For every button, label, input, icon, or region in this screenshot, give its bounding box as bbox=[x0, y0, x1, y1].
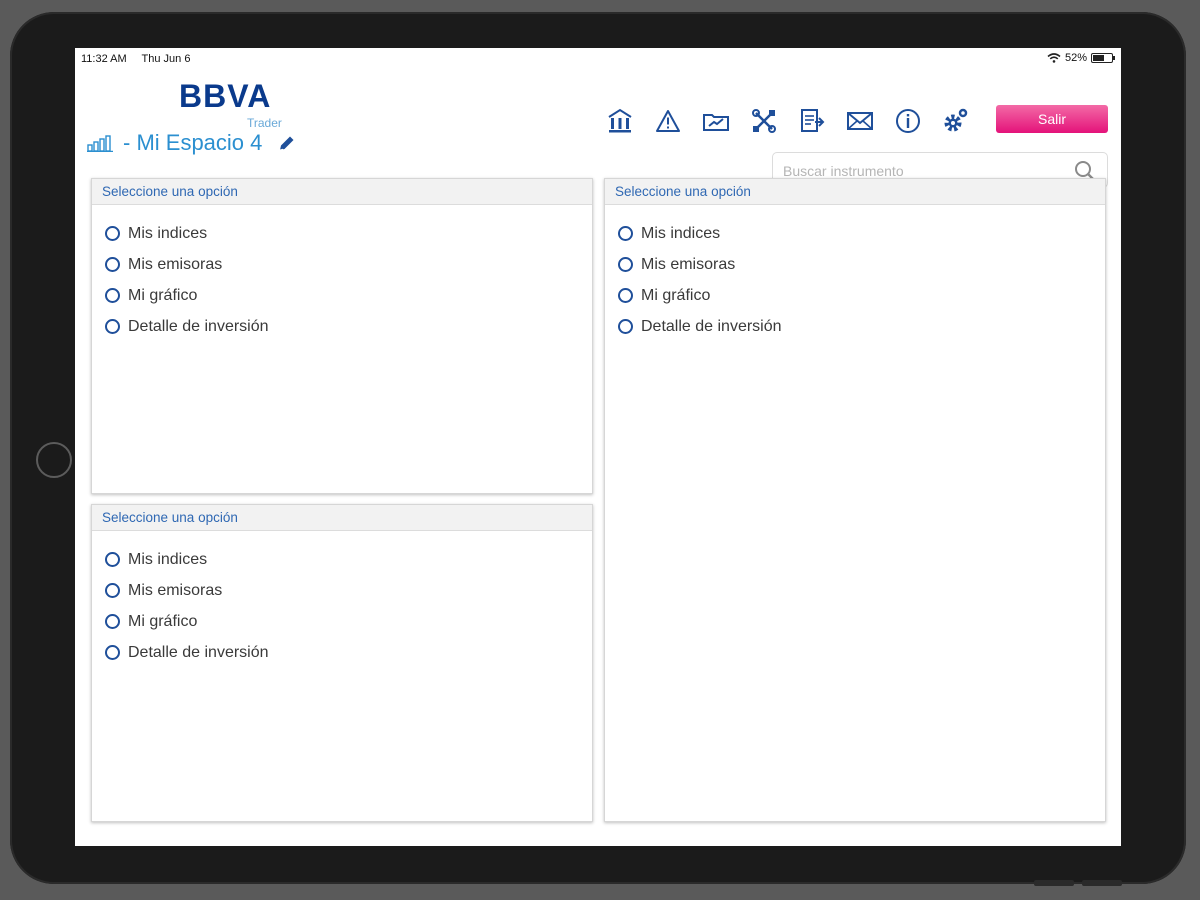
radio-button[interactable] bbox=[105, 552, 120, 567]
app-header: BBVA Trader - Mi Espacio 4 Salir Buscar … bbox=[75, 70, 1121, 188]
radio-button[interactable] bbox=[105, 257, 120, 272]
alerts-button[interactable] bbox=[653, 106, 683, 136]
status-time: 11:32 AM bbox=[81, 53, 127, 65]
settings-button[interactable] bbox=[941, 106, 971, 136]
radio-button[interactable] bbox=[105, 645, 120, 660]
option-list: Mis indices Mis emisoras Mi gráfico Deta… bbox=[92, 205, 592, 342]
logout-button[interactable]: Salir bbox=[996, 105, 1108, 133]
wifi-icon bbox=[1047, 53, 1061, 63]
messages-button[interactable] bbox=[845, 106, 875, 136]
volume-button bbox=[1034, 880, 1074, 886]
option-label: Mis indices bbox=[128, 224, 208, 242]
workspace-title: - Mi Espacio 4 bbox=[87, 130, 296, 156]
radio-button[interactable] bbox=[105, 583, 120, 598]
option-detalle-inversion[interactable]: Detalle de inversión bbox=[105, 637, 592, 668]
option-mi-grafico[interactable]: Mi gráfico bbox=[105, 606, 592, 637]
option-detalle-inversion[interactable]: Detalle de inversión bbox=[105, 311, 592, 342]
battery-level: 52% bbox=[1064, 52, 1087, 64]
widget-panel-bottom-left: Seleccione una opción Mis indices Mis em… bbox=[91, 504, 593, 822]
option-label: Mi gráfico bbox=[641, 286, 711, 304]
option-label: Mi gráfico bbox=[128, 612, 198, 630]
toolbar bbox=[605, 106, 971, 136]
info-button[interactable] bbox=[893, 106, 923, 136]
status-date: Thu Jun 6 bbox=[141, 53, 191, 65]
option-mis-indices[interactable]: Mis indices bbox=[618, 218, 1105, 249]
option-label: Detalle de inversión bbox=[641, 317, 782, 335]
option-mi-grafico[interactable]: Mi gráfico bbox=[105, 280, 592, 311]
radio-button[interactable] bbox=[105, 614, 120, 629]
panel-header: Seleccione una opción bbox=[92, 179, 592, 205]
edit-workspace-button[interactable] bbox=[278, 134, 296, 152]
status-bar: 11:32 AM Thu Jun 6 52% bbox=[75, 48, 1121, 70]
mail-icon bbox=[847, 112, 873, 130]
radio-button[interactable] bbox=[618, 319, 633, 334]
option-label: Detalle de inversión bbox=[128, 643, 269, 661]
radio-button[interactable] bbox=[105, 226, 120, 241]
option-label: Mi gráfico bbox=[128, 286, 198, 304]
option-mis-emisoras[interactable]: Mis emisoras bbox=[105, 249, 592, 280]
app-screen: 11:32 AM Thu Jun 6 52% BBVA Trader - Mi bbox=[75, 48, 1121, 846]
bar-chart-icon bbox=[87, 135, 113, 152]
option-label: Mis emisoras bbox=[128, 255, 223, 273]
option-label: Mis indices bbox=[128, 550, 208, 568]
info-icon bbox=[896, 109, 920, 133]
folder-chart-icon bbox=[703, 114, 729, 131]
radio-button[interactable] bbox=[618, 288, 633, 303]
settings-icon bbox=[944, 108, 968, 132]
option-mis-emisoras[interactable]: Mis emisoras bbox=[105, 575, 592, 606]
option-list: Mis indices Mis emisoras Mi gráfico Deta… bbox=[605, 205, 1105, 342]
report-icon bbox=[801, 109, 825, 132]
option-mi-grafico[interactable]: Mi gráfico bbox=[618, 280, 1105, 311]
radio-button[interactable] bbox=[105, 319, 120, 334]
option-label: Mis indices bbox=[641, 224, 721, 242]
home-button[interactable] bbox=[36, 442, 72, 478]
pencil-icon bbox=[280, 136, 294, 151]
panel-header: Seleccione una opción bbox=[605, 179, 1105, 205]
alert-icon bbox=[656, 110, 680, 132]
battery-icon bbox=[1091, 53, 1115, 63]
option-mis-indices[interactable]: Mis indices bbox=[105, 544, 592, 575]
option-label: Mis emisoras bbox=[641, 255, 736, 273]
bank-icon bbox=[608, 108, 632, 133]
radio-button[interactable] bbox=[618, 257, 633, 272]
tools-icon bbox=[752, 109, 776, 133]
volume-button bbox=[1082, 880, 1122, 886]
radio-button[interactable] bbox=[618, 226, 633, 241]
option-detalle-inversion[interactable]: Detalle de inversión bbox=[618, 311, 1105, 342]
widget-panel-right: Seleccione una opción Mis indices Mis em… bbox=[604, 178, 1106, 822]
option-mis-emisoras[interactable]: Mis emisoras bbox=[618, 249, 1105, 280]
logo-subtitle: Trader bbox=[247, 116, 282, 130]
option-label: Detalle de inversión bbox=[128, 317, 269, 335]
bbva-logo: BBVA bbox=[179, 78, 272, 114]
option-list: Mis indices Mis emisoras Mi gráfico Deta… bbox=[92, 531, 592, 668]
workspace-name: - Mi Espacio 4 bbox=[123, 130, 263, 155]
panel-header: Seleccione una opción bbox=[92, 505, 592, 531]
option-mis-indices[interactable]: Mis indices bbox=[105, 218, 592, 249]
radio-button[interactable] bbox=[105, 288, 120, 303]
portfolio-button[interactable] bbox=[701, 106, 731, 136]
widget-panel-top-left: Seleccione una opción Mis indices Mis em… bbox=[91, 178, 593, 494]
tools-button[interactable] bbox=[749, 106, 779, 136]
option-label: Mis emisoras bbox=[128, 581, 223, 599]
bank-button[interactable] bbox=[605, 106, 635, 136]
reports-button[interactable] bbox=[797, 106, 827, 136]
